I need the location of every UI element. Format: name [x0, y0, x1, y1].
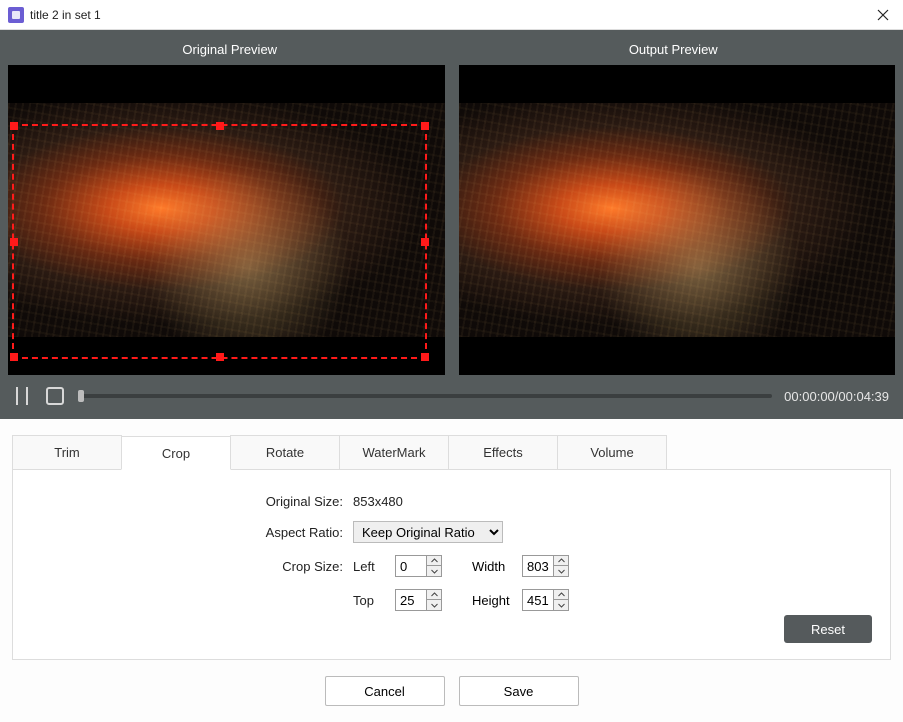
crop-top-down[interactable]	[427, 600, 441, 610]
tab-effects[interactable]: Effects	[448, 435, 558, 469]
crop-width-label: Width	[472, 559, 522, 574]
crop-size-label: Crop Size:	[33, 559, 353, 574]
crop-left-up[interactable]	[427, 556, 441, 566]
timecode: 00:00:00/00:04:39	[784, 389, 889, 404]
crop-top-stepper[interactable]	[395, 589, 442, 611]
app-icon	[8, 7, 24, 23]
tab-crop[interactable]: Crop	[121, 436, 231, 470]
aspect-ratio-select[interactable]: Keep Original Ratio	[353, 521, 503, 543]
original-preview[interactable]	[8, 65, 445, 375]
crop-left-label: Left	[353, 559, 395, 574]
crop-top-label: Top	[353, 593, 395, 608]
crop-width-stepper[interactable]	[522, 555, 569, 577]
crop-handle-top-left[interactable]	[10, 122, 18, 130]
seek-knob[interactable]	[78, 390, 84, 402]
output-preview	[459, 65, 896, 375]
tab-strip: TrimCropRotateWaterMarkEffectsVolume	[12, 435, 891, 470]
crop-handle-top-mid[interactable]	[216, 122, 224, 130]
window-title: title 2 in set 1	[30, 8, 863, 22]
video-frame-output	[459, 103, 896, 337]
crop-width-input[interactable]	[523, 559, 553, 574]
crop-top-input[interactable]	[396, 593, 426, 608]
crop-width-down[interactable]	[554, 566, 568, 576]
preview-area: Original Preview Output Preview	[0, 30, 903, 419]
crop-selection[interactable]	[12, 124, 427, 360]
aspect-ratio-label: Aspect Ratio:	[33, 525, 353, 540]
original-size-label: Original Size:	[33, 494, 353, 509]
crop-height-stepper[interactable]	[522, 589, 569, 611]
close-icon	[877, 9, 889, 21]
crop-handle-mid-right[interactable]	[421, 238, 429, 246]
output-preview-label: Output Preview	[452, 36, 896, 65]
pause-icon	[14, 385, 32, 407]
crop-handle-mid-left[interactable]	[10, 238, 18, 246]
original-size-value: 853x480	[353, 494, 403, 509]
tab-watermark[interactable]: WaterMark	[339, 435, 449, 469]
crop-tab-panel: Original Size: 853x480 Aspect Ratio: Kee…	[12, 470, 891, 660]
crop-left-down[interactable]	[427, 566, 441, 576]
original-preview-label: Original Preview	[8, 36, 452, 65]
seek-bar[interactable]	[78, 394, 772, 398]
dialog-footer: Cancel Save	[12, 660, 891, 714]
crop-handle-bot-mid[interactable]	[216, 353, 224, 361]
crop-height-input[interactable]	[523, 593, 553, 608]
crop-height-down[interactable]	[554, 600, 568, 610]
title-bar: title 2 in set 1	[0, 0, 903, 30]
crop-top-up[interactable]	[427, 590, 441, 600]
crop-left-stepper[interactable]	[395, 555, 442, 577]
crop-height-label: Height	[472, 593, 522, 608]
crop-handle-bot-left[interactable]	[10, 353, 18, 361]
tab-rotate[interactable]: Rotate	[230, 435, 340, 469]
tab-volume[interactable]: Volume	[557, 435, 667, 469]
save-button[interactable]: Save	[459, 676, 579, 706]
close-button[interactable]	[863, 0, 903, 30]
stop-icon	[44, 385, 66, 407]
play-pause-button[interactable]	[14, 385, 32, 407]
tab-trim[interactable]: Trim	[12, 435, 122, 469]
crop-width-up[interactable]	[554, 556, 568, 566]
crop-handle-top-right[interactable]	[421, 122, 429, 130]
stop-button[interactable]	[44, 385, 66, 407]
crop-height-up[interactable]	[554, 590, 568, 600]
crop-handle-bot-right[interactable]	[421, 353, 429, 361]
crop-left-input[interactable]	[396, 559, 426, 574]
reset-button[interactable]: Reset	[784, 615, 872, 643]
cancel-button[interactable]: Cancel	[325, 676, 445, 706]
editor-panel: TrimCropRotateWaterMarkEffectsVolume Ori…	[0, 419, 903, 722]
